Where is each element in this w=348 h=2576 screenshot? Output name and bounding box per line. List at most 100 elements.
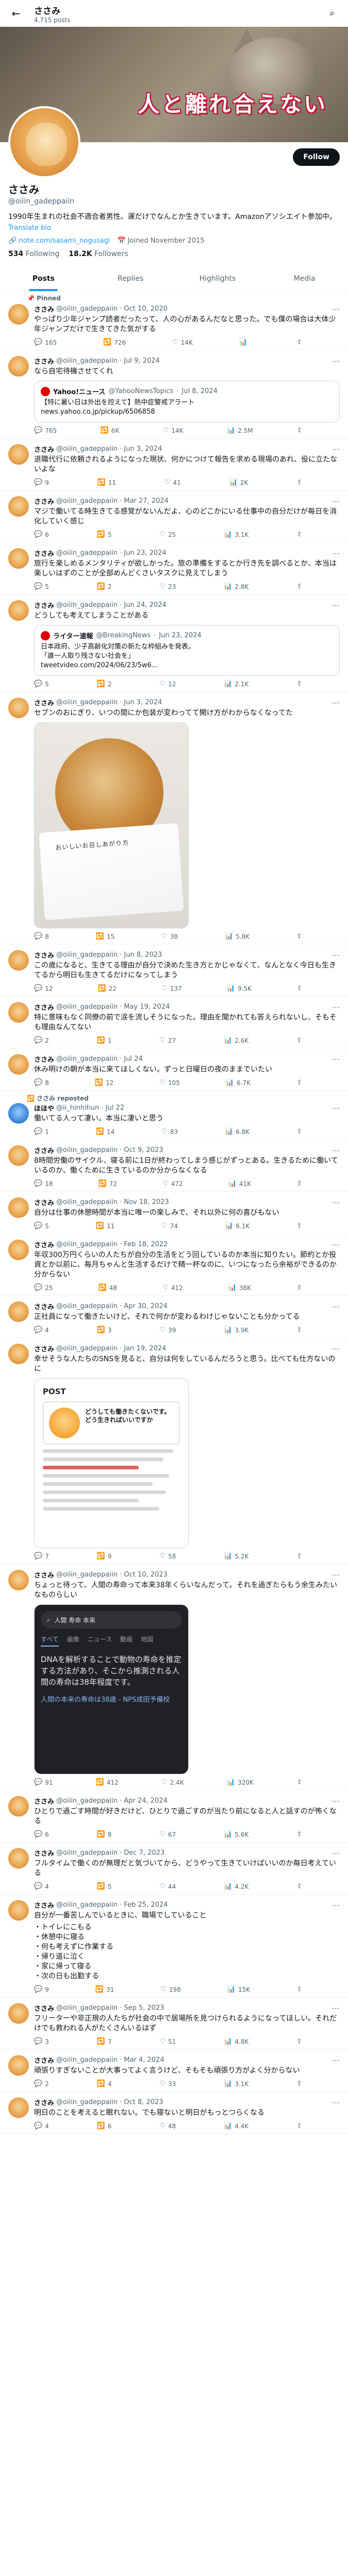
tweet-author-name[interactable]: ささみ — [34, 548, 54, 558]
follow-button[interactable]: Follow — [293, 148, 340, 166]
tweet-date[interactable]: Apr 24, 2024 — [124, 1797, 168, 1805]
share-button[interactable]: ⇪ — [296, 1079, 302, 1087]
tweet[interactable]: ささみ @oiiin_gadeppaiin · Dec 7, 2023 ⋯ フルタイム… — [0, 1842, 348, 1894]
share-button[interactable]: ⇪ — [296, 680, 302, 688]
tweet-avatar[interactable] — [8, 1054, 29, 1075]
views-button[interactable]: 📊 — [239, 338, 250, 346]
share-button[interactable]: ⇪ — [296, 583, 302, 590]
like-button[interactable]: ♡ 67 — [159, 1831, 176, 1838]
more-icon[interactable]: ⋯ — [332, 951, 340, 960]
tweet-date[interactable]: Mar 27, 2024 — [124, 497, 169, 505]
tweet-author-name[interactable]: ささみ — [34, 444, 54, 454]
like-button[interactable]: ♡ 39 — [159, 1326, 176, 1334]
reply-button[interactable]: 💬 3 — [34, 2038, 49, 2045]
tweet[interactable]: ささみ @oiiin_gadeppaiin · Jun 3, 2024 ⋯ 退職代行に… — [0, 438, 348, 490]
tweet[interactable]: ささみ @oiiin_gadeppaiin · Feb 18, 2022 ⋯ 年収30… — [0, 1234, 348, 1296]
more-icon[interactable]: ⋯ — [332, 1198, 340, 1207]
tweet-date[interactable]: Jan 19, 2024 — [124, 1345, 166, 1352]
tweet[interactable]: 🔁 ささみ reposted ほほや @ii_hinhihun · Jul 22 ⋯ 働… — [0, 1091, 348, 1140]
tweet-avatar[interactable] — [8, 950, 29, 971]
repost-button[interactable]: 🔁 14 — [96, 1128, 114, 1136]
tweet-author-name[interactable]: ささみ — [34, 1796, 54, 1806]
tweet-date[interactable]: Dec 7, 2023 — [124, 1849, 164, 1857]
like-button[interactable]: ♡ 25 — [159, 531, 176, 538]
like-button[interactable]: ♡ 14K — [163, 427, 184, 434]
tweet[interactable]: 📌 Pinned ささみ @oiiin_gadeppaiin · Oct 10, 2… — [0, 292, 348, 350]
profile-link[interactable]: 🔗 note.com/sasami_nogusagi — [8, 237, 110, 245]
share-button[interactable]: ⇪ — [296, 933, 302, 940]
share-button[interactable]: ⇪ — [296, 1883, 302, 1890]
more-icon[interactable]: ⋯ — [332, 304, 340, 314]
tweet-date[interactable]: Apr 30, 2024 — [124, 1302, 168, 1310]
more-icon[interactable]: ⋯ — [332, 1344, 340, 1353]
like-button[interactable]: ♡ 14K — [172, 338, 193, 346]
like-button[interactable]: ♡ 198 — [160, 1986, 181, 1993]
tweet-avatar[interactable] — [8, 1197, 29, 1218]
tweet-date[interactable]: Jun 3, 2024 — [124, 445, 162, 453]
share-button[interactable]: ⇪ — [296, 2122, 302, 2130]
views-button[interactable]: 📊 9.5K — [227, 985, 252, 992]
tweet-author-name[interactable]: ささみ — [34, 1344, 54, 1353]
tweet-author-name[interactable]: ささみ — [34, 1197, 54, 1207]
views-button[interactable]: 📊 5.6K — [224, 1831, 248, 1838]
repost-button[interactable]: 🔁 5 — [97, 531, 112, 538]
more-icon[interactable]: ⋯ — [332, 1849, 340, 1858]
views-button[interactable]: 📊 3.9K — [224, 1326, 248, 1334]
more-icon[interactable]: ⋯ — [332, 1240, 340, 1249]
share-button[interactable]: ⇪ — [296, 1222, 302, 1230]
tweet-author-name[interactable]: ささみ — [34, 1301, 54, 1311]
tweet-date[interactable]: Jul 22 — [106, 1104, 124, 1112]
tab-media[interactable]: Media — [261, 266, 348, 291]
tweet-avatar[interactable] — [8, 356, 29, 377]
share-button[interactable]: ⇪ — [296, 531, 302, 538]
like-button[interactable]: ♡ 472 — [162, 1180, 183, 1188]
tweet[interactable]: ささみ @oiiin_gadeppaiin · Nov 18, 2023 ⋯ 自分は仕… — [0, 1192, 348, 1234]
tweet-date[interactable]: Oct 10, 2020 — [124, 305, 168, 313]
tweet-author-name[interactable]: ささみ — [34, 2097, 54, 2107]
reply-button[interactable]: 💬 1 — [34, 1128, 49, 1136]
more-icon[interactable]: ⋯ — [332, 601, 340, 610]
tweet[interactable]: ささみ @oiiin_gadeppaiin · Mar 27, 2024 ⋯ マジで働… — [0, 490, 348, 543]
share-button[interactable]: ⇪ — [296, 2038, 302, 2045]
views-button[interactable]: 📊 38K — [228, 1284, 251, 1292]
tweet-avatar[interactable] — [8, 1796, 29, 1817]
share-button[interactable]: ⇪ — [296, 1037, 302, 1044]
tweet-avatar[interactable] — [8, 1103, 29, 1124]
tweet[interactable]: ささみ @oiiin_gadeppaiin · Oct 10, 2023 ⋯ ちょっと… — [0, 1564, 348, 1790]
repost-button[interactable]: 🔁 412 — [96, 1778, 119, 1786]
reply-button[interactable]: 💬 8 — [34, 1079, 49, 1087]
share-button[interactable]: ⇪ — [296, 479, 302, 486]
reply-button[interactable]: 💬 8 — [34, 933, 49, 940]
like-button[interactable]: ♡ 27 — [159, 1037, 176, 1044]
reply-button[interactable]: 💬 25 — [34, 1284, 53, 1292]
translate-bio-link[interactable]: Translate bio — [8, 224, 340, 232]
tweet-author-name[interactable]: ほほや — [34, 1103, 54, 1113]
reply-button[interactable]: 💬 6 — [34, 531, 49, 538]
share-button[interactable]: ⇪ — [296, 1986, 302, 1993]
more-icon[interactable]: ⋯ — [332, 1302, 340, 1311]
like-button[interactable]: ♡ 105 — [159, 1079, 180, 1087]
repost-button[interactable]: 🔁 12 — [95, 1079, 113, 1087]
share-button[interactable]: ⇪ — [296, 1284, 302, 1292]
share-button[interactable]: ⇪ — [296, 427, 302, 434]
like-button[interactable]: ♡ 51 — [159, 2038, 176, 2045]
tab-highlights[interactable]: Highlights — [174, 266, 261, 291]
reply-button[interactable]: 💬 4 — [34, 2122, 49, 2130]
quote-tweet[interactable]: ライター速報 @BreakingNews · Jun 23, 2024 日本政府、少子高… — [34, 625, 340, 676]
repost-button[interactable]: 🔁 7 — [97, 2038, 112, 2045]
like-button[interactable]: ♡ 74 — [161, 1222, 178, 1230]
tweet-date[interactable]: Jul 24 — [124, 1055, 142, 1063]
back-arrow-icon[interactable]: ← — [7, 5, 25, 22]
like-button[interactable]: ♡ 48 — [159, 2122, 176, 2130]
reply-button[interactable]: 💬 5 — [34, 583, 49, 590]
repost-button[interactable]: 🔁 726 — [103, 338, 126, 346]
tweet-author-name[interactable]: ささみ — [34, 1002, 54, 1012]
more-icon[interactable]: ⋯ — [332, 2098, 340, 2107]
views-button[interactable]: 📊 6.8K — [225, 1128, 250, 1136]
share-button[interactable]: ⇪ — [296, 2080, 302, 2088]
tweet-date[interactable]: Jun 23, 2024 — [124, 549, 166, 557]
tweet-author-name[interactable]: ささみ — [34, 1900, 54, 1910]
like-button[interactable]: ♡ 23 — [159, 583, 176, 590]
share-button[interactable]: ⇪ — [296, 338, 302, 346]
tweet[interactable]: ささみ @oiiin_gadeppaiin · Mar 4, 2024 ⋯ 頑張りすぎ… — [0, 2049, 348, 2092]
